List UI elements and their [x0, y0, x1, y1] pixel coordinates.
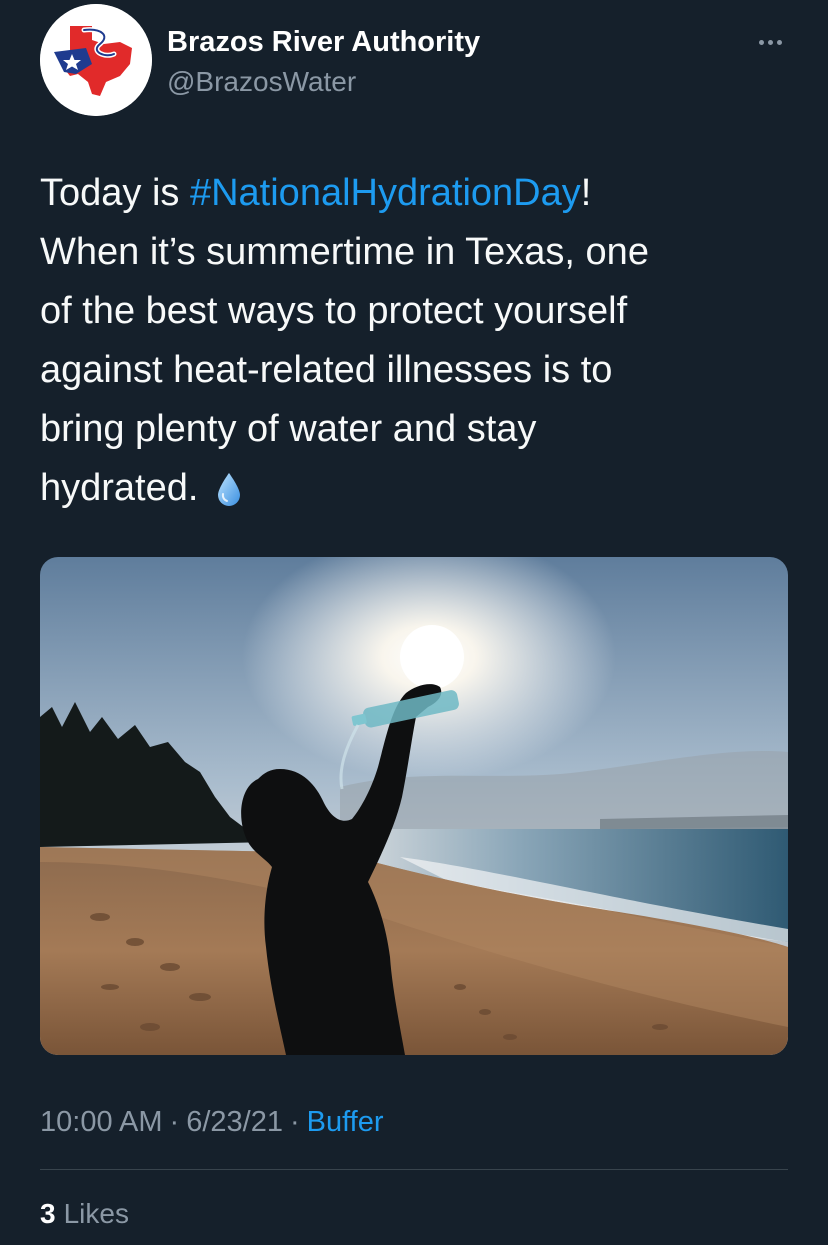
tweet-date[interactable]: 6/23/21 — [186, 1106, 283, 1138]
likes-count: 3 — [40, 1198, 56, 1229]
tweet-detail: Brazos River Authority @BrazosWater Toda… — [0, 0, 828, 1245]
more-dot-icon — [767, 39, 773, 45]
tweet-text-fragment: ! — [580, 172, 592, 214]
tweet-time[interactable]: 10:00 AM — [40, 1106, 163, 1138]
tweet-text-line: When it’s summertime in Texas, one — [40, 231, 649, 273]
tweet-text: Today is #NationalHydrationDay! When it’… — [40, 164, 800, 518]
account-handle[interactable]: @BrazosWater — [167, 66, 356, 98]
tweet-metadata: 10:00 AM · 6/23/21 · Buffer — [40, 1106, 384, 1139]
beach-photo-illustration — [40, 557, 788, 1055]
tweet-text-fragment: Today is — [40, 172, 190, 214]
water-droplet-icon — [218, 473, 241, 506]
tweet-photo[interactable] — [40, 557, 788, 1055]
tweet-text-line: of the best ways to protect yourself — [40, 290, 628, 332]
meta-separator: · — [289, 1106, 300, 1138]
hashtag-link[interactable]: #NationalHydrationDay — [190, 172, 581, 214]
tweet-text-line: against heat-related illnesses is to — [40, 349, 613, 391]
meta-separator: · — [169, 1106, 180, 1138]
likes-label: Likes — [63, 1198, 129, 1229]
more-dot-icon — [758, 39, 764, 45]
divider — [40, 1169, 788, 1170]
likes-link[interactable]: 3 Likes — [40, 1198, 129, 1230]
brazos-logo-icon — [40, 4, 152, 116]
more-dot-icon — [776, 39, 782, 45]
tweet-text-fragment: hydrated. — [40, 467, 199, 509]
tweet-text-line: Today is #NationalHydrationDay! — [40, 164, 800, 223]
tweet-source-link[interactable]: Buffer — [307, 1106, 384, 1138]
more-options-button[interactable] — [748, 22, 792, 62]
tweet-text-line: bring plenty of water and stay — [40, 408, 537, 450]
tweet-text-line-last: hydrated. — [40, 459, 800, 518]
account-avatar[interactable] — [40, 4, 152, 116]
account-name[interactable]: Brazos River Authority — [167, 26, 480, 59]
